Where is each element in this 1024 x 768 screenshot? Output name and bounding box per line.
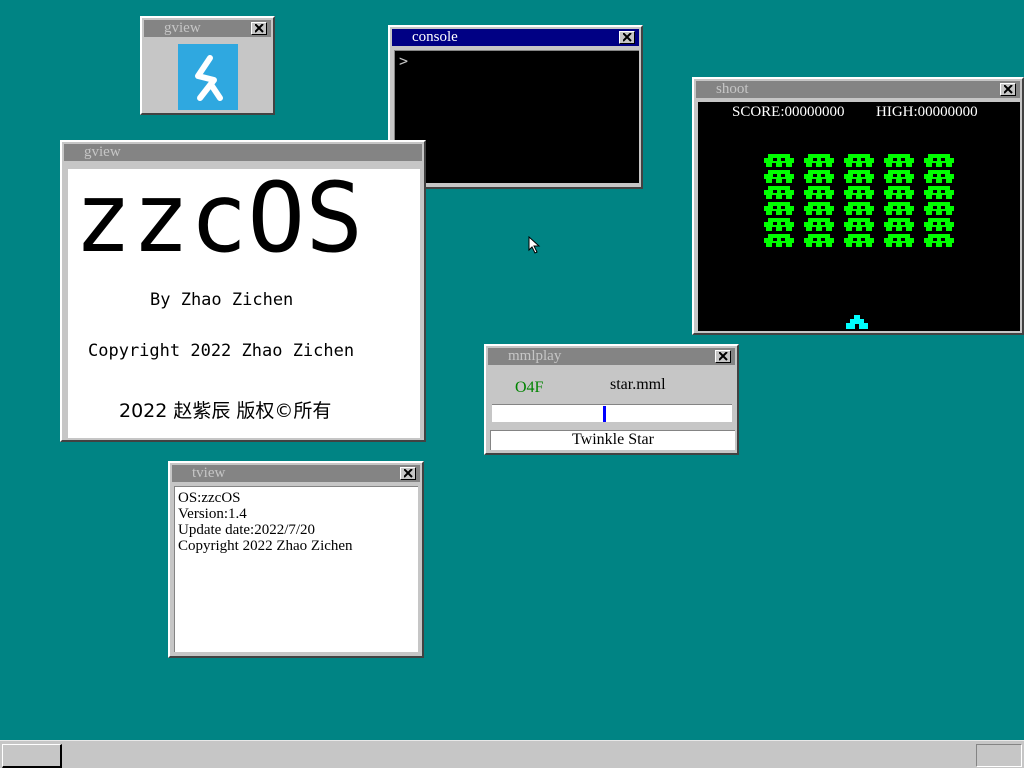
invader-icon bbox=[844, 154, 874, 167]
system-tray bbox=[976, 744, 1022, 767]
invader-icon bbox=[764, 234, 794, 247]
close-icon bbox=[623, 33, 632, 42]
progress-marker[interactable] bbox=[603, 406, 606, 422]
player-ship-icon bbox=[846, 315, 868, 329]
close-icon bbox=[1004, 85, 1013, 94]
text-line: Version:1.4 bbox=[178, 506, 247, 522]
copyright-cn-text: 2022 赵紫辰 版权©所有 bbox=[119, 400, 332, 422]
text-line: Copyright 2022 Zhao Zichen bbox=[178, 538, 353, 554]
playback-progress-bar[interactable] bbox=[492, 404, 732, 422]
invader-grid bbox=[764, 154, 964, 250]
close-button[interactable] bbox=[619, 31, 635, 44]
invader-icon bbox=[924, 154, 954, 167]
console-titlebar[interactable]: console bbox=[392, 29, 639, 46]
gview-icon-titlebar[interactable]: gview bbox=[144, 20, 271, 37]
logo-text: zzcOS bbox=[74, 163, 363, 273]
start-button[interactable] bbox=[2, 744, 62, 768]
close-button[interactable] bbox=[400, 467, 416, 480]
shoot-titlebar[interactable]: shoot bbox=[696, 81, 1020, 98]
invader-icon bbox=[884, 170, 914, 183]
invader-icon bbox=[764, 170, 794, 183]
invader-icon bbox=[884, 202, 914, 215]
game-screen[interactable]: SCORE:00000000 HIGH:00000000 bbox=[698, 102, 1020, 331]
copyright-text: Copyright 2022 Zhao Zichen bbox=[88, 341, 355, 361]
close-icon bbox=[404, 469, 413, 478]
tview-titlebar[interactable]: tview bbox=[172, 465, 420, 482]
taskbar bbox=[0, 740, 1024, 768]
invader-icon bbox=[804, 170, 834, 183]
invader-icon bbox=[764, 186, 794, 199]
invader-icon bbox=[844, 218, 874, 231]
window-title: gview bbox=[84, 144, 121, 160]
close-button[interactable] bbox=[251, 22, 267, 35]
console-prompt: > bbox=[399, 52, 409, 70]
close-icon bbox=[255, 24, 264, 33]
invader-icon bbox=[844, 234, 874, 247]
window-title: console bbox=[412, 29, 458, 45]
gview-icon-window[interactable]: gview bbox=[140, 16, 275, 115]
invader-icon bbox=[884, 218, 914, 231]
mmlplay-titlebar[interactable]: mmlplay bbox=[488, 348, 735, 365]
invader-icon bbox=[924, 234, 954, 247]
app-logo-icon bbox=[195, 55, 223, 101]
score-label: SCORE:00000000 bbox=[732, 104, 845, 120]
byline-text: By Zhao Zichen bbox=[150, 290, 294, 310]
close-button[interactable] bbox=[1000, 83, 1016, 96]
console-screen[interactable]: > bbox=[394, 50, 639, 183]
invader-icon bbox=[884, 234, 914, 247]
invader-icon bbox=[764, 154, 794, 167]
shoot-window[interactable]: shoot SCORE:00000000 HIGH:00000000 bbox=[692, 77, 1024, 335]
invader-icon bbox=[804, 218, 834, 231]
invader-icon bbox=[764, 202, 794, 215]
text-line: OS:zzcOS bbox=[178, 490, 241, 506]
invader-icon bbox=[804, 186, 834, 199]
invader-icon bbox=[884, 186, 914, 199]
tview-window[interactable]: tview OS:zzcOS Version:1.4 Update date:2… bbox=[168, 461, 424, 658]
window-title: gview bbox=[164, 20, 201, 36]
window-title: shoot bbox=[716, 81, 749, 97]
invader-icon bbox=[764, 218, 794, 231]
invader-icon bbox=[924, 186, 954, 199]
invader-icon bbox=[844, 170, 874, 183]
invader-icon bbox=[804, 234, 834, 247]
app-logo-image bbox=[178, 44, 238, 110]
note-position: O4F bbox=[515, 379, 544, 396]
close-icon bbox=[719, 352, 728, 361]
window-title: mmlplay bbox=[508, 348, 562, 364]
gview-about-window[interactable]: gview zzcOS By Zhao Zichen Copyright 202… bbox=[60, 140, 426, 442]
about-content: zzcOS By Zhao Zichen Copyright 2022 Zhao… bbox=[68, 163, 420, 438]
song-title: Twinkle Star bbox=[572, 431, 654, 448]
invader-icon bbox=[924, 170, 954, 183]
console-window[interactable]: console > bbox=[388, 25, 643, 189]
text-viewer[interactable]: OS:zzcOS Version:1.4 Update date:2022/7/… bbox=[174, 486, 418, 652]
invader-icon bbox=[924, 202, 954, 215]
invader-icon bbox=[884, 154, 914, 167]
high-score-label: HIGH:00000000 bbox=[876, 104, 978, 120]
mouse-cursor-icon bbox=[528, 236, 541, 254]
invader-icon bbox=[844, 186, 874, 199]
invader-icon bbox=[804, 202, 834, 215]
text-line: Update date:2022/7/20 bbox=[178, 522, 316, 538]
window-title: tview bbox=[192, 465, 226, 481]
invader-icon bbox=[844, 202, 874, 215]
invader-icon bbox=[924, 218, 954, 231]
gview-about-titlebar[interactable]: gview bbox=[64, 144, 422, 161]
close-button[interactable] bbox=[715, 350, 731, 363]
mmlplay-window[interactable]: mmlplay O4F star.mml Twinkle Star bbox=[484, 344, 739, 455]
song-title-field: Twinkle Star bbox=[490, 430, 735, 450]
song-filename: star.mml bbox=[610, 376, 666, 393]
invader-icon bbox=[804, 154, 834, 167]
